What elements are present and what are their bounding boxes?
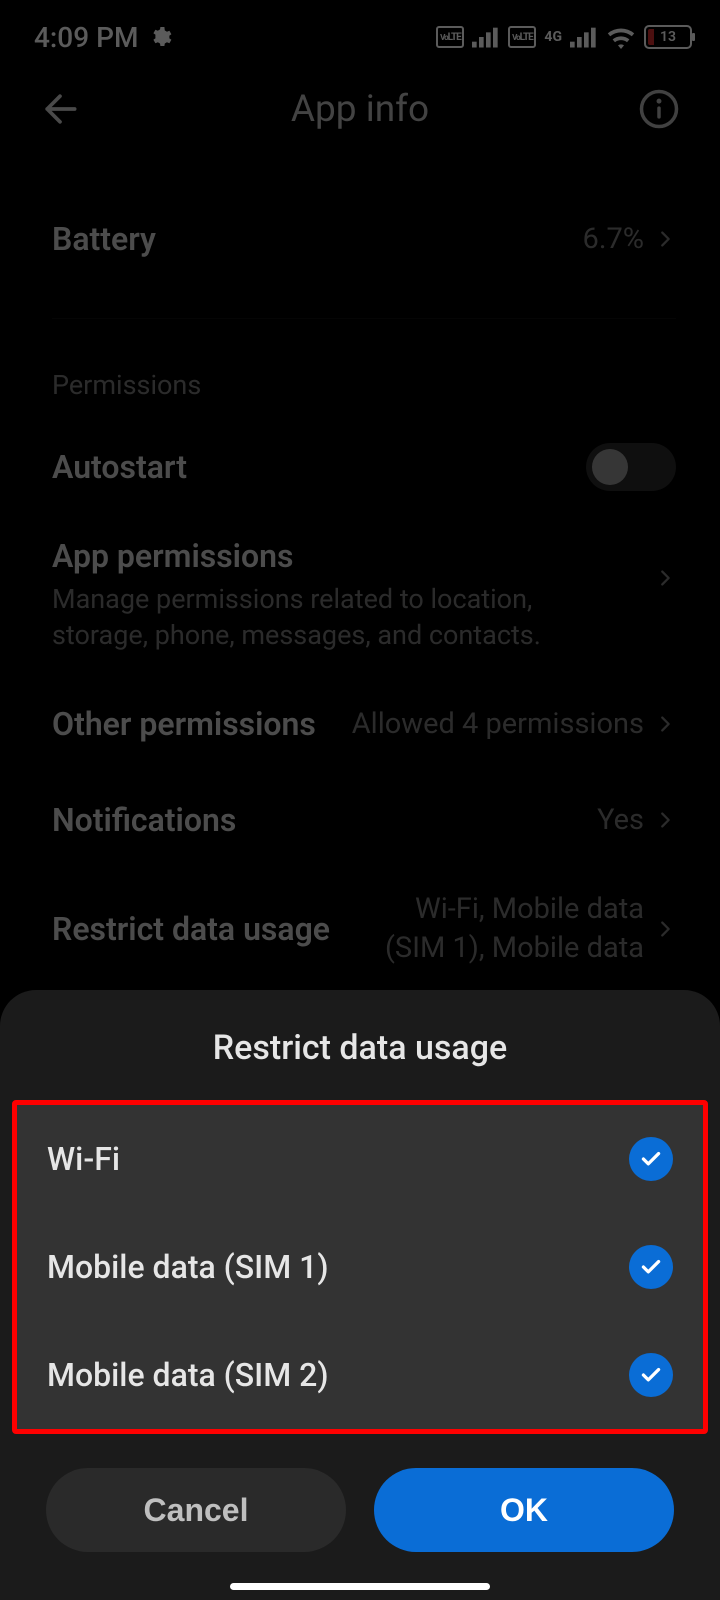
ok-button[interactable]: OK <box>374 1468 674 1552</box>
app-permissions-subtitle: Manage permissions related to location, … <box>52 581 634 654</box>
app-header: App info <box>0 70 720 180</box>
restrict-data-row[interactable]: Restrict data usage Wi-Fi, Mobile data (… <box>0 868 720 990</box>
notifications-row[interactable]: Notifications Yes <box>0 772 720 868</box>
check-icon <box>638 1362 664 1388</box>
modal-options-highlighted: Wi-Fi Mobile data (SIM 1) Mobile data (S… <box>12 1100 708 1434</box>
option-sim1-label: Mobile data (SIM 1) <box>47 1248 329 1286</box>
battery-label: Battery <box>52 220 156 258</box>
home-indicator[interactable] <box>230 1583 490 1590</box>
toggle-knob <box>592 449 628 485</box>
restrict-data-label: Restrict data usage <box>52 910 330 948</box>
chevron-right-icon <box>654 809 676 831</box>
page-title: App info <box>291 88 429 131</box>
other-permissions-label: Other permissions <box>52 705 316 743</box>
option-sim2-label: Mobile data (SIM 2) <box>47 1356 329 1394</box>
battery-value: 6.7% <box>583 222 644 256</box>
check-icon <box>638 1254 664 1280</box>
other-permissions-value: Allowed 4 permissions <box>352 707 644 741</box>
chevron-right-icon <box>654 228 676 250</box>
wifi-icon <box>606 25 636 49</box>
chevron-right-icon <box>654 567 676 589</box>
checkbox-checked[interactable] <box>629 1137 673 1181</box>
option-sim2[interactable]: Mobile data (SIM 2) <box>17 1321 703 1429</box>
cancel-button[interactable]: Cancel <box>46 1468 346 1552</box>
permissions-section-header: Permissions <box>0 339 720 419</box>
battery-indicator: 13 <box>644 25 692 49</box>
status-left: 4:09 PM <box>34 21 172 54</box>
status-bar: 4:09 PM VoLTE VoLTE 4G 13 <box>0 0 720 70</box>
app-permissions-row[interactable]: App permissions Manage permissions relat… <box>0 515 720 676</box>
restrict-data-modal: Restrict data usage Wi-Fi Mobile data (S… <box>0 990 720 1600</box>
status-right: VoLTE VoLTE 4G 13 <box>436 25 692 49</box>
app-permissions-label: App permissions <box>52 537 634 575</box>
autostart-row[interactable]: Autostart <box>0 419 720 515</box>
chevron-right-icon <box>654 918 676 940</box>
checkbox-checked[interactable] <box>629 1245 673 1289</box>
divider <box>52 318 676 319</box>
restrict-data-value: Wi-Fi, Mobile data (SIM 1), Mobile data … <box>350 890 644 968</box>
option-sim1[interactable]: Mobile data (SIM 1) <box>17 1213 703 1321</box>
other-permissions-row[interactable]: Other permissions Allowed 4 permissions <box>0 676 720 772</box>
chevron-right-icon <box>654 713 676 735</box>
info-icon[interactable] <box>638 88 680 130</box>
autostart-toggle[interactable] <box>586 443 676 491</box>
autostart-label: Autostart <box>52 448 187 486</box>
battery-fill <box>648 29 654 45</box>
modal-title: Restrict data usage <box>0 990 720 1100</box>
notifications-value: Yes <box>597 803 644 837</box>
battery-row[interactable]: Battery 6.7% <box>0 180 720 298</box>
signal-bars-icon-1 <box>472 26 500 48</box>
other-permissions-value-wrap: Allowed 4 permissions <box>352 707 676 741</box>
network-type: 4G <box>544 29 562 45</box>
signal-bars-icon-2 <box>570 26 598 48</box>
status-time: 4:09 PM <box>34 21 138 54</box>
checkbox-checked[interactable] <box>629 1353 673 1397</box>
back-arrow-icon[interactable] <box>38 87 82 131</box>
volte-badge-1: VoLTE <box>436 26 464 48</box>
battery-value-wrap: 6.7% <box>583 222 676 256</box>
option-wifi-label: Wi-Fi <box>47 1140 120 1178</box>
notifications-value-wrap: Yes <box>597 803 676 837</box>
gear-icon <box>148 25 172 49</box>
modal-actions: Cancel OK <box>0 1434 720 1552</box>
check-icon <box>638 1146 664 1172</box>
volte-badge-2: VoLTE <box>508 26 536 48</box>
option-wifi[interactable]: Wi-Fi <box>17 1105 703 1213</box>
restrict-data-value-wrap: Wi-Fi, Mobile data (SIM 1), Mobile data … <box>350 890 676 968</box>
battery-percent: 13 <box>660 29 676 45</box>
notifications-label: Notifications <box>52 801 236 839</box>
